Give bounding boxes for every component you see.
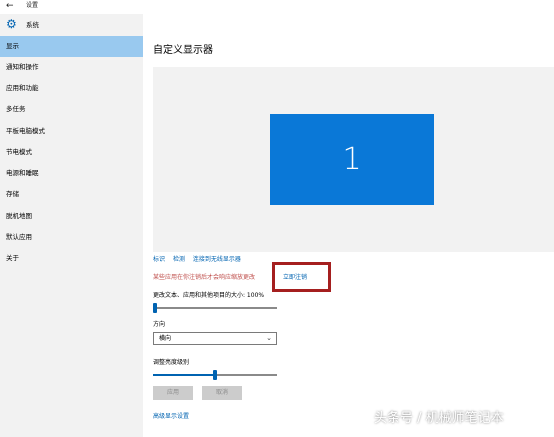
page-title: 自定义显示器: [153, 45, 213, 56]
display-arrangement-area: 1: [153, 67, 554, 252]
brightness-slider-fill: [153, 374, 215, 376]
orientation-label: 方向: [153, 321, 166, 328]
sidebar-item-default-apps[interactable]: 默认应用: [0, 227, 143, 248]
main-content: 自定义显示器 1 标识 检测 连接到无线显示器 某些应用在你注销后才会响应缩放更…: [143, 14, 554, 437]
sidebar-item-battery-saver[interactable]: 节电模式: [0, 142, 143, 163]
sidebar-item-display[interactable]: 显示: [0, 36, 143, 57]
identify-link[interactable]: 标识: [153, 256, 165, 263]
detect-link[interactable]: 检测: [173, 256, 185, 263]
sidebar-item-apps[interactable]: 应用和功能: [0, 78, 143, 99]
sidebar-item-multitasking[interactable]: 多任务: [0, 99, 143, 120]
brightness-slider[interactable]: [153, 370, 277, 380]
sidebar-item-offline-maps[interactable]: 脱机地图: [0, 206, 143, 227]
brightness-label: 调整亮度级别: [153, 359, 190, 366]
title-bar: ← 设置: [0, 0, 554, 14]
scale-slider-thumb[interactable]: [153, 303, 157, 313]
cancel-button[interactable]: 取消: [202, 386, 242, 400]
chevron-down-icon: ⌄: [266, 334, 272, 342]
orientation-value: 横向: [159, 335, 172, 342]
apply-button[interactable]: 应用: [153, 386, 193, 400]
back-arrow-icon[interactable]: ←: [6, 1, 14, 11]
watermark: 头条号 / 机械师笔记本: [374, 411, 504, 426]
sidebar-header-label: 系统: [26, 21, 39, 29]
connect-wireless-display-link[interactable]: 连接到无线显示器: [193, 256, 241, 263]
sidebar-header[interactable]: ⚙ 系统: [0, 14, 143, 36]
window-title: 设置: [26, 2, 39, 9]
scale-label: 更改文本、应用和其他项目的大小: 100%: [153, 292, 265, 299]
sidebar-item-storage[interactable]: 存储: [0, 184, 143, 205]
sidebar: ⚙ 系统 显示 通知和操作 应用和功能 多任务 平板电脑模式 节电模式 电源和睡…: [0, 14, 143, 437]
sign-out-now-link[interactable]: 立即注销: [283, 273, 307, 282]
sidebar-item-power-sleep[interactable]: 电源和睡眠: [0, 163, 143, 184]
sidebar-item-about[interactable]: 关于: [0, 248, 143, 269]
sidebar-item-notifications[interactable]: 通知和操作: [0, 57, 143, 78]
display-links: 标识 检测 连接到无线显示器: [153, 255, 247, 264]
scale-slider-track: [153, 307, 277, 309]
advanced-display-settings-link[interactable]: 高级显示设置: [153, 412, 189, 421]
orientation-select[interactable]: 横向 ⌄: [153, 332, 277, 345]
scaling-warning: 某些应用在你注销后才会响应缩放更改: [153, 274, 256, 281]
brightness-slider-thumb[interactable]: [213, 370, 217, 380]
sidebar-item-tablet-mode[interactable]: 平板电脑模式: [0, 121, 143, 142]
gear-icon: ⚙: [6, 17, 17, 31]
monitor-1[interactable]: 1: [270, 114, 434, 205]
scale-slider[interactable]: [153, 303, 277, 313]
